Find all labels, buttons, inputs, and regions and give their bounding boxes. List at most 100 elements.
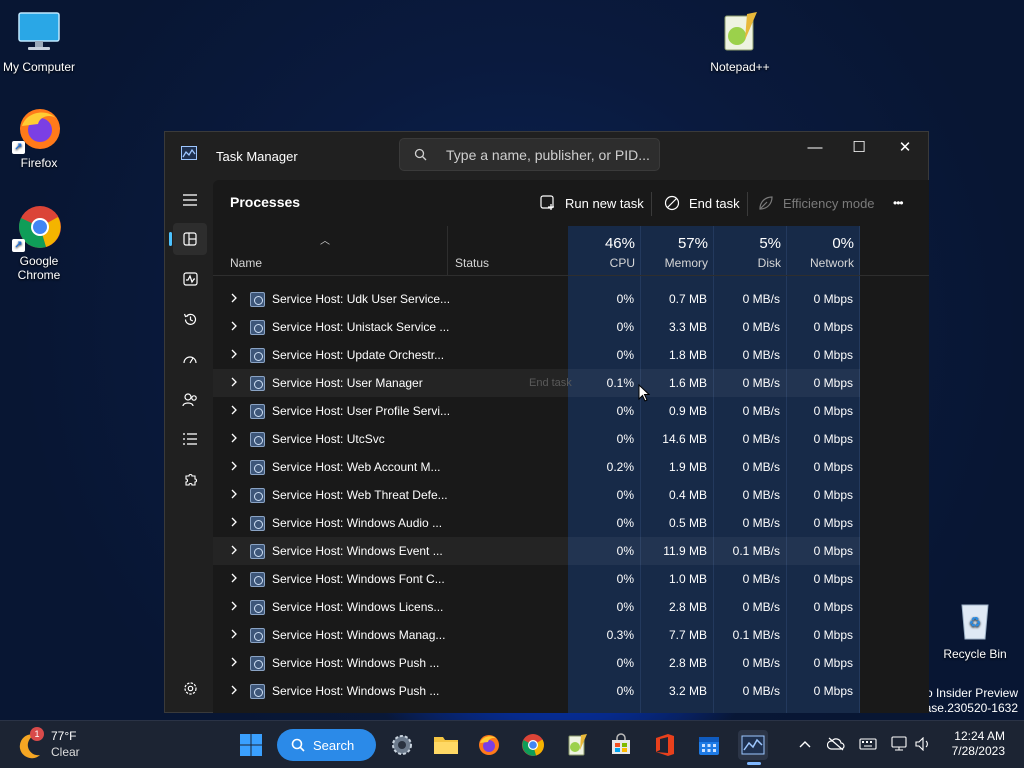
table-row[interactable]: Service Host: User Profile Servi... 0% 0.9… [213, 397, 860, 425]
network-value: 0 Mbps [813, 628, 853, 642]
minimize-button[interactable]: — [792, 132, 838, 162]
disk-value: 0 MB/s [742, 684, 780, 698]
table-row[interactable]: Service Host: Windows Push ... 0% 2.8 MB 0 … [213, 649, 860, 677]
nav-processes[interactable] [169, 223, 207, 255]
memory-value: 1.6 MB [668, 376, 707, 390]
system-clock[interactable]: 12:24 AM 7/28/2023 [952, 729, 1005, 759]
expand-chevron-icon[interactable] [230, 685, 238, 695]
show-hidden-icons-chevron-icon[interactable] [796, 735, 814, 753]
maximize-button[interactable]: ☐ [836, 132, 882, 162]
expand-chevron-icon[interactable] [230, 517, 238, 527]
table-row[interactable]: Service Host: Windows Event ... 0% 11.9 MB… [213, 537, 860, 565]
expand-chevron-icon[interactable] [230, 545, 238, 555]
taskbar-store[interactable] [606, 730, 636, 760]
table-row[interactable]: Service Host: Web Threat Defe... 0% 0.4 MB… [213, 481, 860, 509]
network-icon[interactable] [891, 735, 909, 753]
more-options-button[interactable]: ••• [893, 193, 904, 213]
table-row[interactable]: Service Host: Windows Audio ... 0% 0.5 MB 0… [213, 509, 860, 537]
keyboard-icon[interactable] [859, 735, 877, 753]
expand-chevron-icon[interactable] [230, 657, 238, 667]
taskbar-chrome[interactable] [518, 730, 548, 760]
users-icon [182, 392, 197, 406]
taskbar-firefox[interactable] [474, 730, 504, 760]
cpu-value: 0.2% [606, 460, 634, 474]
nav-details[interactable] [173, 423, 207, 455]
nav-app-history[interactable] [173, 303, 207, 335]
expand-chevron-icon[interactable] [230, 349, 238, 359]
column-header-disk[interactable]: 5% Disk [714, 226, 787, 276]
desktop-icon-my-computer[interactable]: My Computer [0, 10, 79, 74]
process-name: Service Host: Windows Event ... [272, 544, 443, 558]
memory-value: 0.7 MB [668, 292, 707, 306]
taskbar-calendar[interactable] [694, 730, 724, 760]
table-row[interactable]: Service Host: Windows Push ... 0% 3.2 MB 0 … [213, 677, 860, 705]
speedometer-icon [183, 356, 197, 364]
nav-performance[interactable] [173, 263, 207, 295]
table-row[interactable]: Service Host: Unistack Service ... 0% 3.3 … [213, 313, 860, 341]
column-header-status[interactable]: Status [455, 256, 489, 270]
cpu-value: 0% [616, 684, 634, 698]
table-row[interactable]: Service Host: Windows Font C... 0% 1.0 MB 0… [213, 565, 860, 593]
nav-users[interactable] [173, 383, 207, 415]
desktop-icon-chrome[interactable]: ↗ Google Chrome [0, 204, 79, 282]
expand-chevron-icon[interactable] [230, 573, 238, 583]
nav-menu-button[interactable] [173, 184, 207, 216]
table-row[interactable]: Service Host: Windows Manag... 0.3% 7.7 MB… [213, 621, 860, 649]
performance-icon [182, 272, 198, 286]
taskbar-search-button[interactable]: Search [277, 729, 376, 761]
hover-end-task-hint: End task [529, 377, 572, 389]
cpu-value: 0% [616, 600, 634, 614]
onedrive-offline-icon[interactable] [827, 735, 845, 753]
expand-chevron-icon[interactable] [230, 293, 238, 303]
taskbar-file-explorer[interactable] [431, 730, 461, 760]
table-row[interactable]: Service Host: Web Account M... 0.2% 1.9 MB… [213, 453, 860, 481]
process-name: Service Host: Web Threat Defe... [272, 488, 448, 502]
column-header-name[interactable]: Name [230, 256, 262, 270]
expand-chevron-icon[interactable] [230, 489, 238, 499]
expand-chevron-icon[interactable] [230, 377, 238, 387]
table-row[interactable]: Service Host: Update Orchestr... 0% 1.8 MB… [213, 341, 860, 369]
run-new-task-button[interactable]: Run new task [540, 193, 644, 213]
task-manager-window: Task Manager Type a name, publisher, or … [164, 131, 929, 713]
table-row[interactable]: Service Host: Udk User Service... 0% 0.7 M… [213, 285, 860, 313]
start-button[interactable] [236, 730, 266, 760]
table-row[interactable]: Service Host: Windows Licens... 0% 2.8 MB 0… [213, 593, 860, 621]
taskbar-notepadpp[interactable] [562, 730, 592, 760]
column-header-cpu[interactable]: 46% CPU [568, 226, 641, 276]
expand-chevron-icon[interactable] [230, 433, 238, 443]
table-row[interactable]: Service Host: UtcSvc 0% 14.6 MB 0 MB/s 0 Mbp… [213, 425, 860, 453]
volume-icon[interactable] [914, 735, 932, 753]
column-header-memory[interactable]: 57% Memory [641, 226, 714, 276]
network-value: 0 Mbps [813, 320, 853, 334]
taskbar-task-manager[interactable] [738, 730, 768, 760]
desktop-icon-recycle-bin[interactable]: ♻ Recycle Bin [935, 597, 1015, 661]
memory-value: 7.7 MB [668, 628, 707, 642]
nav-services[interactable] [173, 463, 207, 495]
store-bag-icon [612, 733, 630, 754]
column-header-network[interactable]: 0% Network [787, 226, 860, 276]
title-bar[interactable]: Task Manager Type a name, publisher, or … [165, 132, 928, 180]
clock-time: 12:24 AM [954, 729, 1005, 743]
search-input[interactable]: Type a name, publisher, or PID... [399, 138, 660, 171]
expand-chevron-icon[interactable] [230, 461, 238, 471]
service-host-icon [250, 404, 265, 419]
nav-startup-apps[interactable] [173, 343, 207, 375]
desktop-icon-label: Notepad++ [710, 60, 770, 74]
end-task-button[interactable]: End task [664, 193, 740, 213]
expand-chevron-icon[interactable] [230, 321, 238, 331]
expand-chevron-icon[interactable] [230, 601, 238, 611]
table-row[interactable]: Service Host: User Manager End task 0.1% 1.… [213, 369, 860, 397]
taskbar-settings[interactable] [387, 730, 417, 760]
expand-chevron-icon[interactable] [230, 629, 238, 639]
memory-value: 14.6 MB [662, 432, 707, 446]
efficiency-mode-button[interactable]: Efficiency mode [758, 193, 875, 213]
expand-chevron-icon[interactable] [230, 405, 238, 415]
weather-condition: Clear [51, 745, 80, 759]
close-button[interactable]: ✕ [882, 132, 928, 162]
desktop-icon-notepadpp[interactable]: Notepad++ [700, 10, 780, 74]
desktop-icon-firefox[interactable]: ↗ Firefox [0, 106, 79, 170]
taskbar-office[interactable] [650, 730, 680, 760]
nav-settings[interactable] [173, 672, 207, 704]
process-name: Service Host: Windows Font C... [272, 572, 445, 586]
disk-value: 0 MB/s [742, 488, 780, 502]
